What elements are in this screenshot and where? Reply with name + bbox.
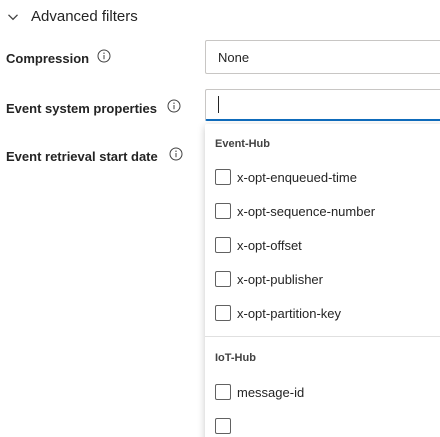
option-label: x-opt-sequence-number <box>237 203 376 219</box>
option-message-id[interactable]: message-id <box>215 379 440 405</box>
info-icon[interactable] <box>97 49 111 63</box>
option-x-opt-enqueued-time[interactable]: x-opt-enqueued-time <box>215 164 440 190</box>
section-title: Advanced filters <box>31 8 138 25</box>
chevron-down-icon <box>8 14 18 21</box>
option-label: x-opt-enqueued-time <box>237 169 357 185</box>
checkbox[interactable] <box>215 237 231 253</box>
checkbox[interactable] <box>215 384 231 400</box>
event-retrieval-start-date-label: Event retrieval start date <box>6 149 158 164</box>
compression-value: None <box>218 50 250 65</box>
option-label: x-opt-offset <box>237 237 302 253</box>
group-divider <box>205 336 440 337</box>
event-system-properties-input[interactable] <box>205 89 440 121</box>
option-x-opt-offset[interactable]: x-opt-offset <box>215 232 440 258</box>
option-label: x-opt-partition-key <box>237 305 342 321</box>
option-x-opt-publisher[interactable]: x-opt-publisher <box>215 266 440 292</box>
event-system-properties-label: Event system properties <box>6 101 158 116</box>
option-partially-visible[interactable] <box>215 413 440 437</box>
option-label: message-id <box>237 384 305 400</box>
info-icon[interactable] <box>167 99 181 113</box>
group-header-iot-hub: IoT-Hub <box>215 352 256 364</box>
compression-select[interactable]: None <box>205 40 440 74</box>
info-icon[interactable] <box>169 147 183 161</box>
group-header-event-hub: Event-Hub <box>215 138 270 150</box>
text-caret <box>218 96 219 113</box>
option-label: x-opt-publisher <box>237 271 323 287</box>
advanced-filters-header[interactable]: Advanced filters <box>0 0 440 36</box>
checkbox[interactable] <box>215 271 231 287</box>
checkbox[interactable] <box>215 418 231 434</box>
checkbox[interactable] <box>215 169 231 185</box>
compression-label: Compression <box>6 51 90 66</box>
option-x-opt-sequence-number[interactable]: x-opt-sequence-number <box>215 198 440 224</box>
checkbox[interactable] <box>215 305 231 321</box>
checkbox[interactable] <box>215 203 231 219</box>
option-x-opt-partition-key[interactable]: x-opt-partition-key <box>215 300 440 326</box>
event-properties-dropdown: Event-Hub x-opt-enqueued-time x-opt-sequ… <box>205 124 440 437</box>
